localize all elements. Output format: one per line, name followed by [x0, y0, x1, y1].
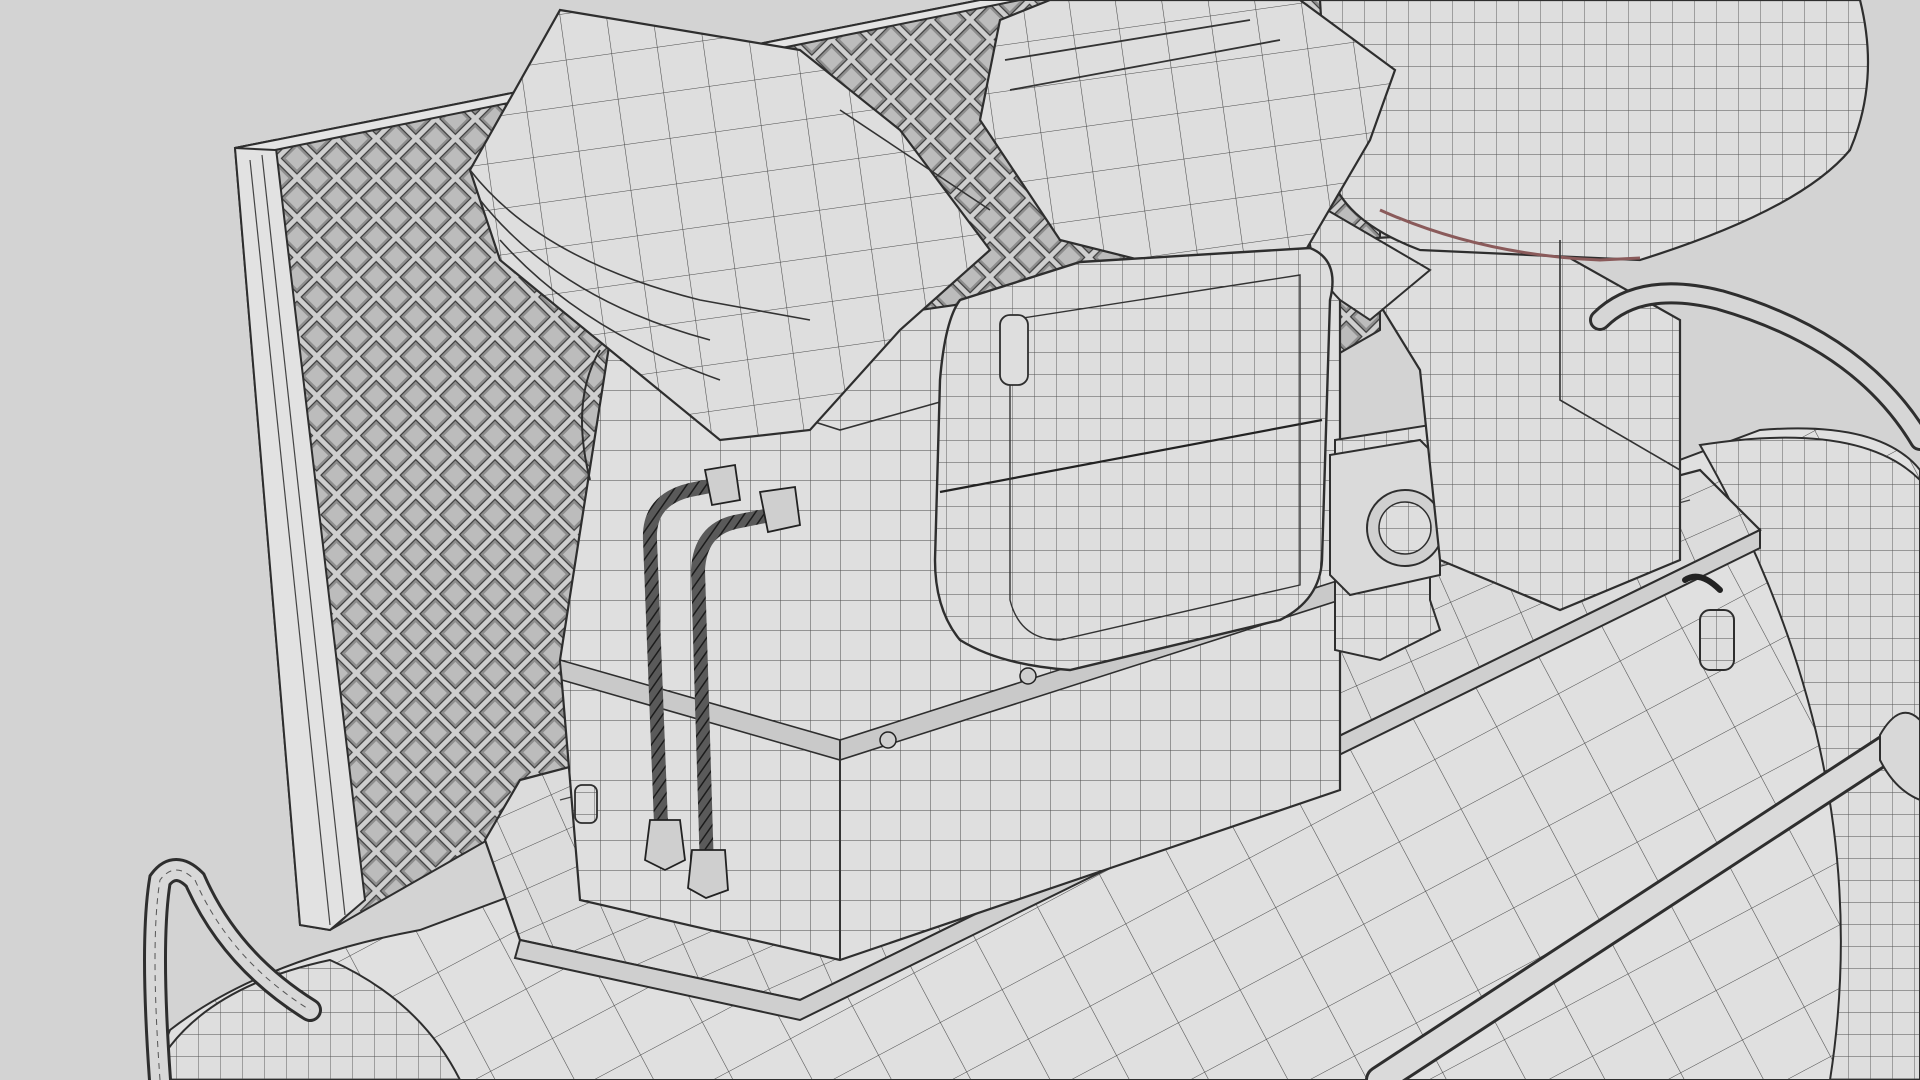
cable-box: [1329, 438, 1444, 597]
compressor-render: [0, 0, 1920, 1080]
render-viewport: [0, 0, 1920, 1080]
side-cover-plate: [933, 246, 1334, 672]
